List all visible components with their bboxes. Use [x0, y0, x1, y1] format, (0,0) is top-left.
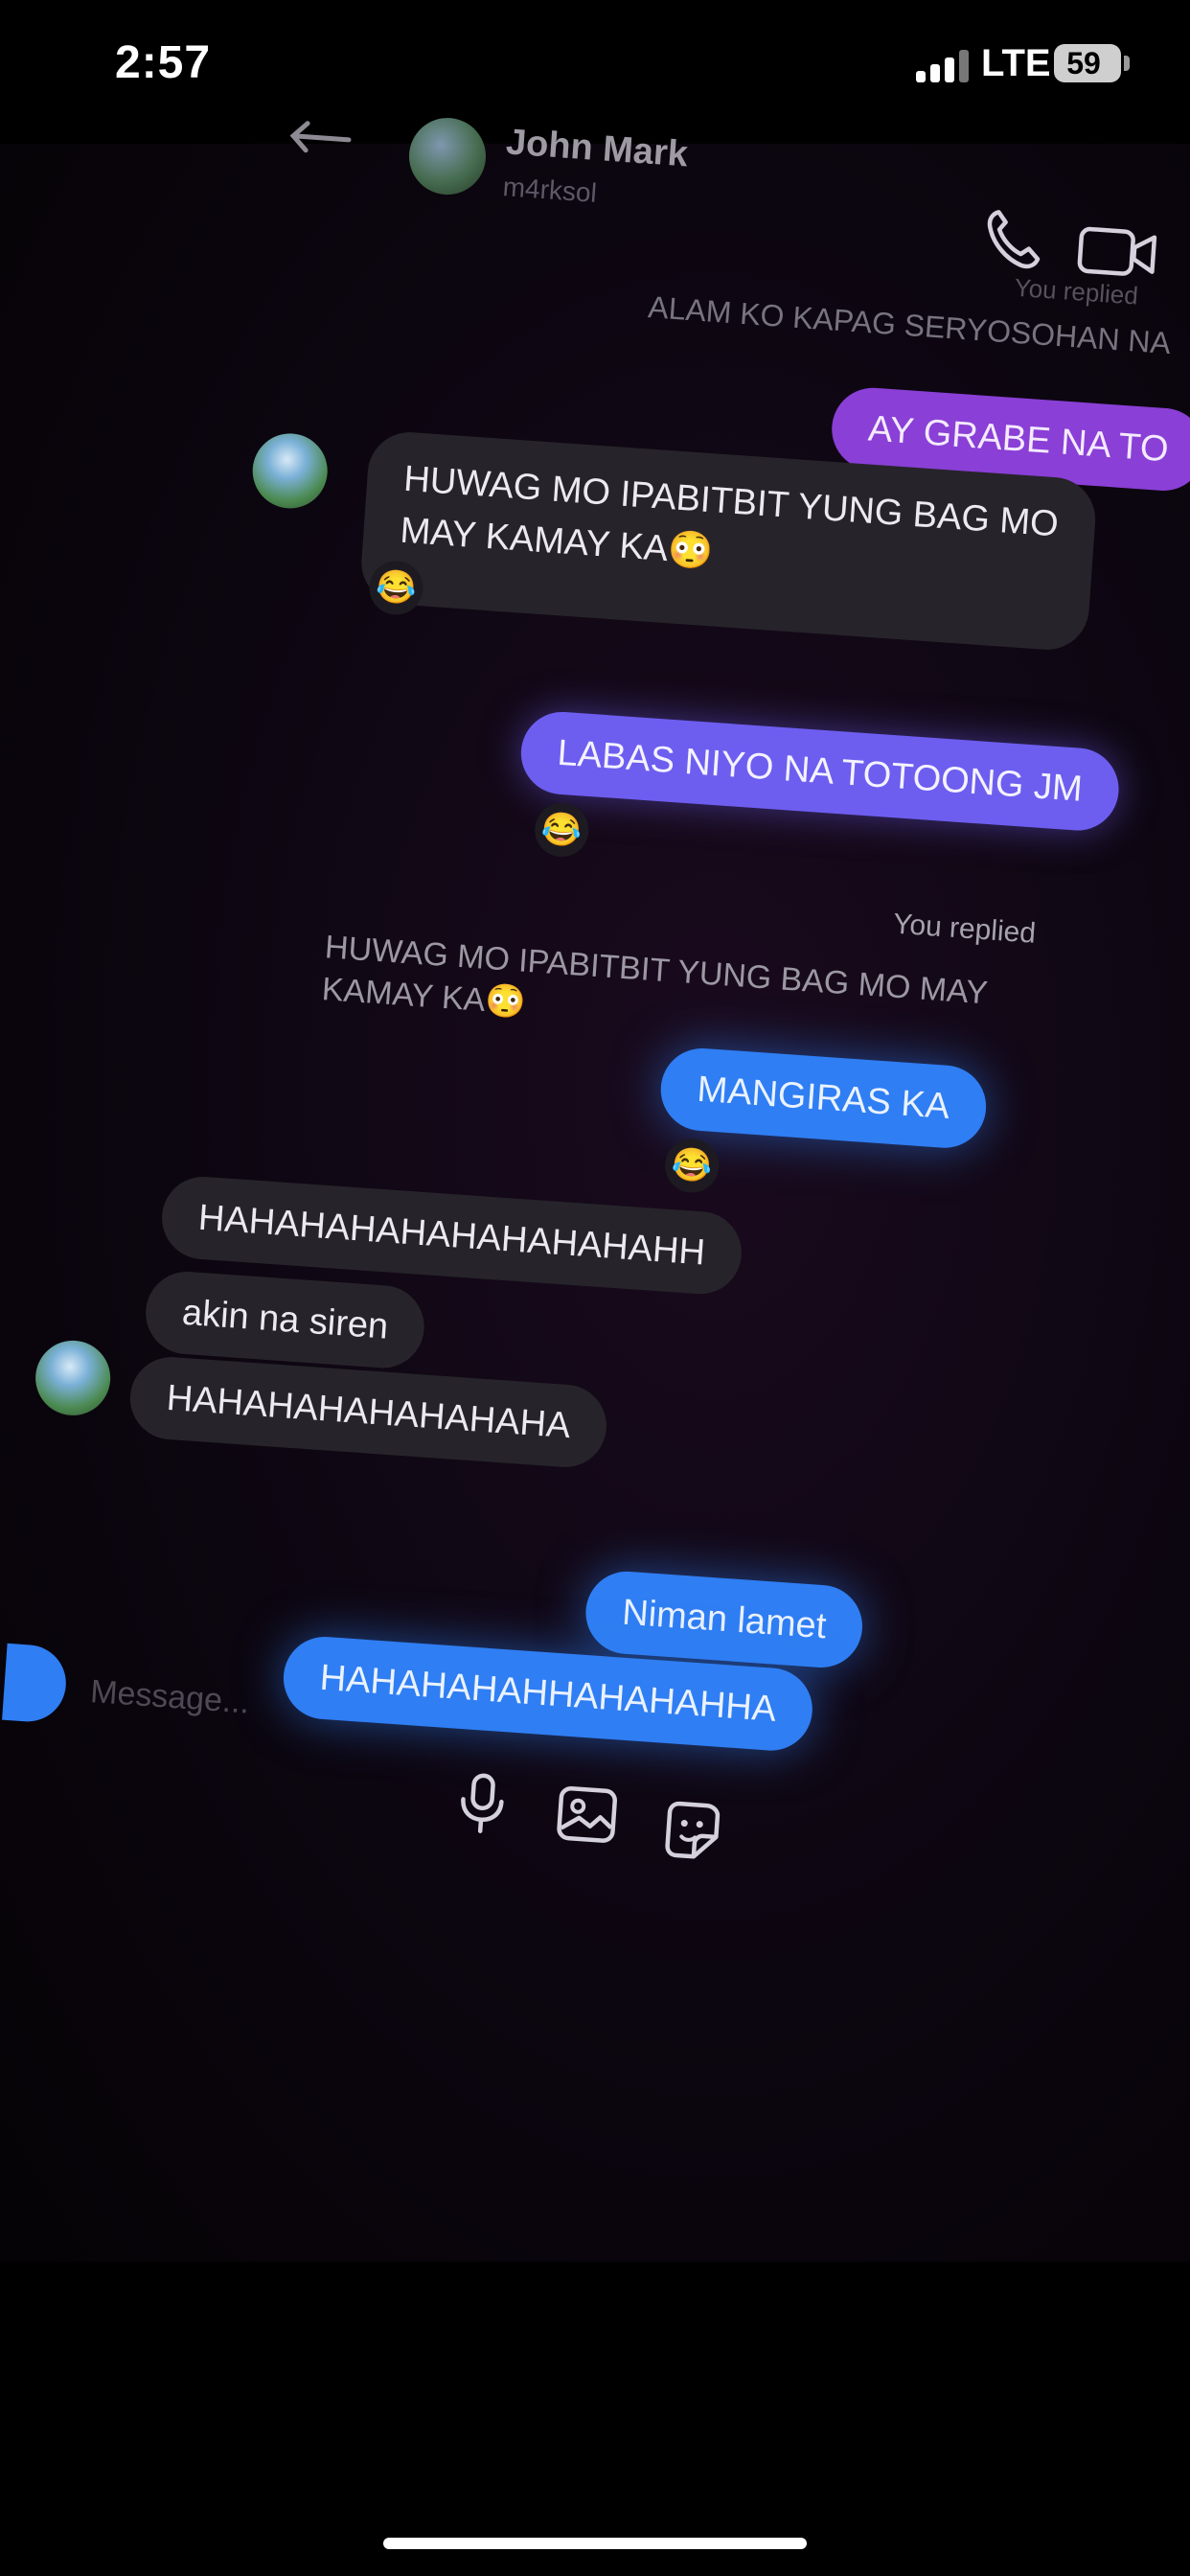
contact-handle: m4rksol: [501, 172, 598, 208]
contact-avatar[interactable]: [250, 430, 331, 512]
battery-tip: [1124, 56, 1130, 71]
microphone-icon[interactable]: [446, 1765, 519, 1839]
image-icon[interactable]: [550, 1778, 624, 1852]
network-type: LTE: [981, 42, 1051, 84]
message-mangiras[interactable]: MANGIRAS KA: [657, 1046, 989, 1151]
message-labas[interactable]: LABAS NIYO NA TOTOONG JM: [517, 709, 1122, 834]
reaction-laugh-2[interactable]: 😂: [533, 801, 591, 859]
message-akin[interactable]: akin na siren: [143, 1269, 428, 1371]
back-arrow-icon[interactable]: [285, 116, 355, 159]
sticker-icon[interactable]: [654, 1795, 728, 1869]
message-haha-short[interactable]: HAHAHAHAHAHAHAHA: [127, 1354, 610, 1470]
video-camera-icon[interactable]: [1072, 215, 1163, 288]
message-niman[interactable]: Niman lamet: [583, 1568, 866, 1670]
status-time: 2:57: [115, 37, 212, 88]
camera-button[interactable]: [2, 1643, 69, 1725]
quoted-message: HUWAG MO IPABITBIT YUNG BAG MO MAY KAMAY…: [321, 926, 990, 1056]
flushed-emoji-icon: 😳: [484, 982, 527, 1022]
chat-screen: John Mark m4rksol You replied ALAM KO KA…: [0, 104, 1190, 2264]
contact-avatar-2[interactable]: [33, 1338, 113, 1418]
phone-icon[interactable]: [977, 203, 1049, 275]
reaction-laugh-3[interactable]: 😂: [663, 1137, 721, 1195]
home-indicator[interactable]: [383, 2538, 807, 2549]
signal-strength-icon: [916, 50, 970, 82]
message-input-placeholder: Message...: [89, 1673, 251, 1721]
message-input[interactable]: Message...: [89, 1673, 251, 1722]
battery-icon: 59: [1054, 44, 1121, 82]
reply-label: You replied: [892, 908, 1038, 950]
flushed-emoji-icon: 😳: [666, 529, 715, 573]
bottom-area: [0, 2262, 1190, 2576]
battery-level: 59: [1066, 46, 1101, 80]
